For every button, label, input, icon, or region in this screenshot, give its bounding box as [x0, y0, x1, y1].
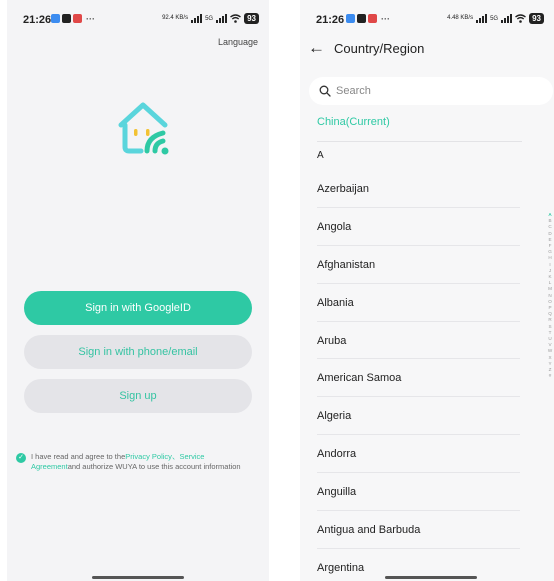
page-header: ← Country/Region: [308, 38, 424, 58]
country-item[interactable]: American Samoa: [300, 359, 530, 398]
wifi-icon: [230, 14, 242, 23]
signal-icon: [216, 14, 228, 23]
country-item[interactable]: Andorra: [300, 435, 530, 474]
country-item[interactable]: Antigua and Barbuda: [300, 511, 530, 549]
country-name: Anguilla: [317, 486, 357, 499]
current-country[interactable]: China(Current): [317, 116, 390, 128]
country-name: Albania: [317, 296, 354, 309]
signal-icon: [501, 14, 513, 23]
country-name: Azerbaijan: [317, 182, 369, 195]
country-item[interactable]: Afghanistan: [300, 246, 530, 284]
system-icons: 92.4 KB/s 5G 93: [162, 13, 259, 24]
status-time: 21:26: [23, 14, 52, 26]
signal-icon: [476, 14, 488, 23]
alphabet-index-letter[interactable]: #: [549, 373, 552, 379]
system-icons: 4.48 KB/s 5G 93: [447, 13, 544, 24]
country-name: Argentina: [317, 561, 365, 574]
sign-up-button[interactable]: Sign up: [24, 379, 252, 413]
notification-icons: ···: [346, 14, 390, 24]
agreement-prefix: I have read and agree to the: [31, 452, 126, 461]
arrow-left-icon[interactable]: ←: [308, 38, 325, 58]
sign-in-phone-email-button[interactable]: Sign in with phone/email: [24, 335, 252, 369]
cell-type: 5G: [490, 15, 499, 22]
country-name: Antigua and Barbuda: [317, 523, 421, 536]
country-item[interactable]: Azerbaijan: [300, 170, 530, 208]
status-time: 21:26: [316, 14, 345, 26]
signin-screen: 21:26 ··· 92.4 KB/s 5G 93 Language Sign …: [7, 0, 269, 581]
search-bar[interactable]: [309, 77, 553, 105]
more-notifications-icon: ···: [381, 14, 390, 24]
country-name: Andorra: [317, 448, 357, 461]
country-item[interactable]: Angola: [300, 208, 530, 246]
status-bar: 21:26 ··· 92.4 KB/s 5G 93: [7, 13, 269, 29]
app-notification-icon: [368, 14, 377, 23]
app-notification-icon: [62, 14, 71, 23]
agreement-text: I have read and agree to thePrivacy Poli…: [31, 452, 244, 472]
home-indicator[interactable]: [385, 576, 477, 579]
divider: [317, 141, 522, 142]
check-circle-icon[interactable]: ✓: [16, 453, 26, 463]
cell-type: 5G: [205, 15, 214, 22]
alphabet-index[interactable]: A B C D E F G H I J K L M N O P Q R S T U V W X Y Z #: [546, 212, 554, 379]
search-icon: [319, 85, 331, 97]
sign-in-google-button[interactable]: Sign in with GoogleID: [24, 291, 252, 325]
country-name: Aruba: [317, 334, 347, 347]
app-notification-icon: [357, 14, 366, 23]
agreement-suffix: and authorize WUYA to use this account i…: [67, 462, 241, 471]
search-input[interactable]: [336, 85, 536, 97]
wifi-icon: [515, 14, 527, 23]
country-list: Azerbaijan Angola Afghanistan Albania Ar…: [300, 170, 530, 581]
country-name: American Samoa: [317, 372, 402, 385]
page-title: Country/Region: [334, 40, 425, 56]
app-logo: [118, 102, 169, 155]
country-name: Algeria: [317, 410, 352, 423]
battery-icon: 93: [244, 13, 259, 24]
language-link[interactable]: Language: [218, 37, 258, 47]
section-header: A: [317, 150, 324, 161]
signal-icon: [191, 14, 203, 23]
country-item[interactable]: Anguilla: [300, 473, 530, 511]
country-name: Angola: [317, 220, 352, 233]
country-item[interactable]: Albania: [300, 284, 530, 322]
country-name: Afghanistan: [317, 258, 376, 271]
privacy-policy-link[interactable]: Privacy Policy: [125, 452, 172, 461]
app-notification-icon: [346, 14, 355, 23]
more-notifications-icon: ···: [86, 14, 95, 24]
country-region-screen: 21:26 ··· 4.48 KB/s 5G 93 ← Country/Regi…: [300, 0, 554, 581]
status-bar: 21:26 ··· 4.48 KB/s 5G 93: [300, 13, 554, 29]
app-notification-icon: [73, 14, 82, 23]
battery-icon: 93: [529, 13, 544, 24]
agreement-row: ✓ I have read and agree to thePrivacy Po…: [16, 452, 244, 472]
app-notification-icon: [51, 14, 60, 23]
country-item[interactable]: Aruba: [300, 322, 530, 360]
notification-icons: ···: [51, 14, 95, 24]
network-speed: 4.48 KB/s: [447, 15, 474, 21]
network-speed: 92.4 KB/s: [162, 15, 189, 21]
home-indicator[interactable]: [92, 576, 184, 579]
country-item[interactable]: Algeria: [300, 397, 530, 436]
